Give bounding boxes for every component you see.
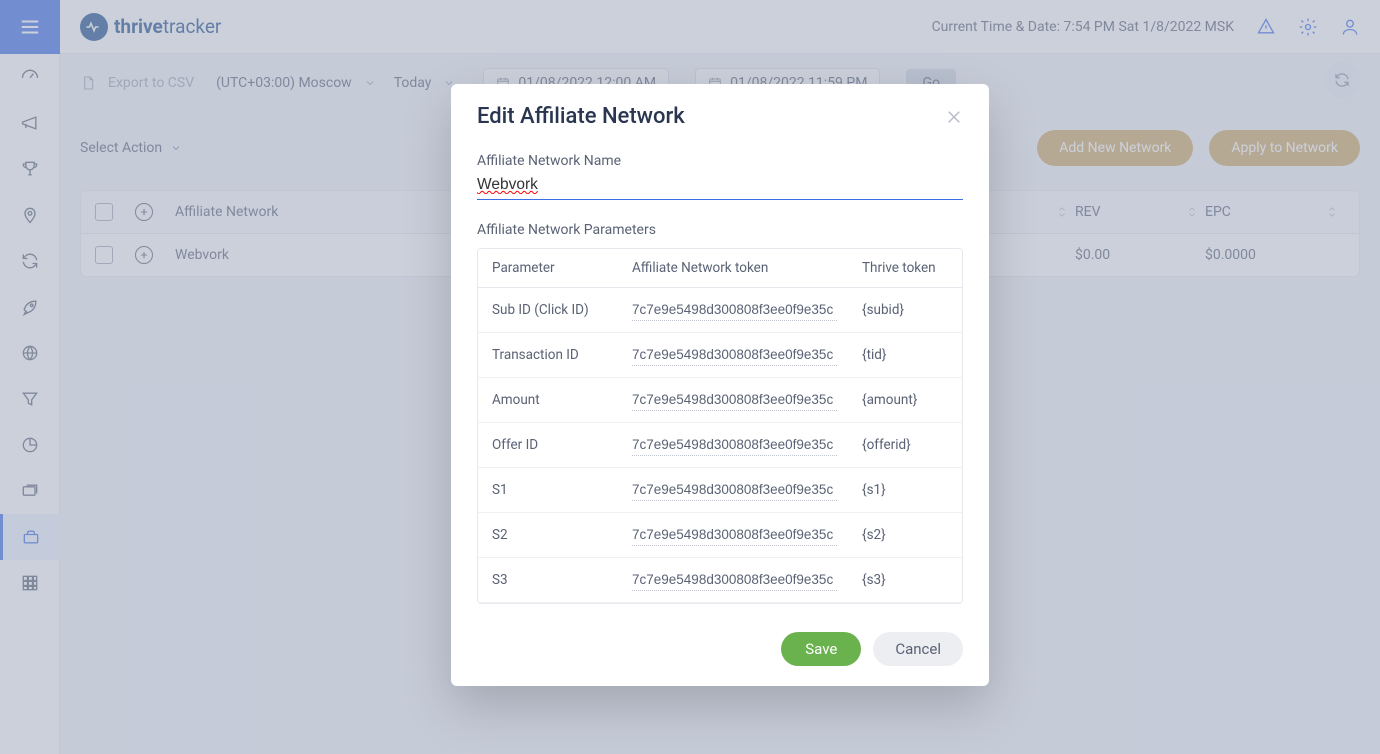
param-label: Offer ID — [492, 437, 622, 453]
param-row: S2 {s2} — [478, 513, 962, 558]
param-header: Parameter Affiliate Network token Thrive… — [478, 249, 962, 288]
param-label: S2 — [492, 527, 622, 543]
param-label: S3 — [492, 572, 622, 588]
param-thrive-token: {offerid} — [862, 437, 948, 453]
param-row: Amount {amount} — [478, 378, 962, 423]
network-name-label: Affiliate Network Name — [477, 153, 963, 169]
param-thrive-token: {tid} — [862, 347, 948, 363]
param-label: Transaction ID — [492, 347, 622, 363]
param-token-input[interactable] — [632, 344, 837, 366]
param-thrive-token: {s2} — [862, 527, 948, 543]
param-token-input[interactable] — [632, 524, 837, 546]
param-token-input[interactable] — [632, 569, 837, 591]
modal-title: Edit Affiliate Network — [477, 104, 685, 129]
param-token-input[interactable] — [632, 479, 837, 501]
param-row: Offer ID {offerid} — [478, 423, 962, 468]
edit-network-modal: Edit Affiliate Network Affiliate Network… — [451, 84, 989, 686]
col-thrive-token: Thrive token — [862, 260, 948, 276]
param-token-input[interactable] — [632, 434, 837, 456]
network-name-input[interactable] — [477, 171, 963, 200]
param-token-input[interactable] — [632, 299, 837, 321]
param-thrive-token: {amount} — [862, 392, 948, 408]
col-network-token: Affiliate Network token — [632, 260, 852, 276]
parameters-label: Affiliate Network Parameters — [477, 222, 963, 238]
param-thrive-token: {subid} — [862, 302, 948, 318]
close-icon[interactable] — [945, 108, 963, 126]
param-row: Transaction ID {tid} — [478, 333, 962, 378]
param-label: Sub ID (Click ID) — [492, 302, 622, 318]
param-token-input[interactable] — [632, 389, 837, 411]
param-thrive-token: {s1} — [862, 482, 948, 498]
param-label: S1 — [492, 482, 622, 498]
cancel-button[interactable]: Cancel — [873, 632, 963, 666]
parameters-table: Parameter Affiliate Network token Thrive… — [477, 248, 963, 604]
param-row: S3 {s3} — [478, 558, 962, 603]
param-row: S1 {s1} — [478, 468, 962, 513]
save-button[interactable]: Save — [781, 632, 861, 666]
col-parameter: Parameter — [492, 260, 622, 276]
param-row: Sub ID (Click ID) {subid} — [478, 288, 962, 333]
param-thrive-token: {s3} — [862, 572, 948, 588]
param-label: Amount — [492, 392, 622, 408]
